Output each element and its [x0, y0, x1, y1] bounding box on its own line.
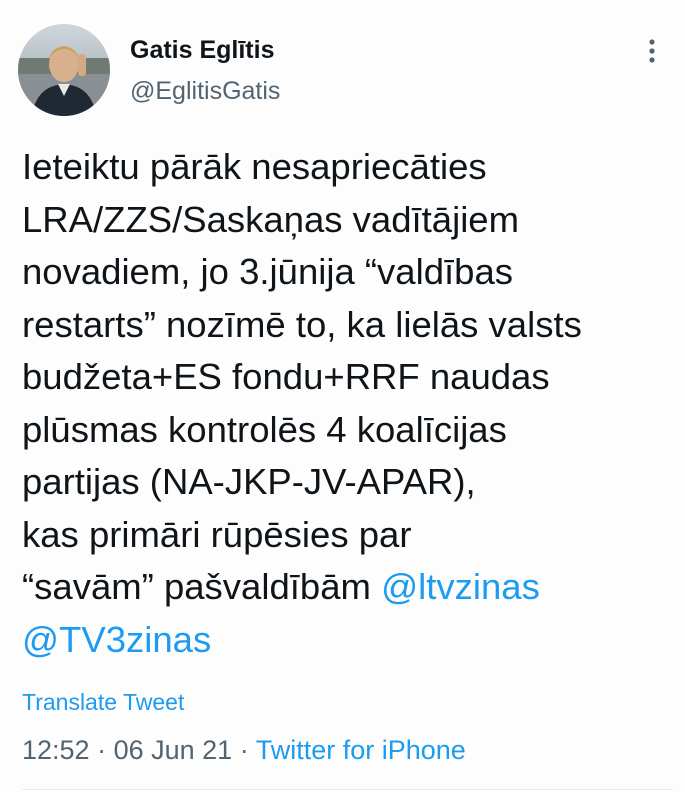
tweet-time[interactable]: 12:52 — [22, 735, 90, 765]
tweet-card: Gatis Eglītis @EglitisGatis Ieteiktu pār… — [0, 0, 685, 792]
meta-separator: · — [89, 735, 114, 765]
tweet-line-mention: @TV3zinas — [22, 614, 672, 667]
tweet-meta: 12:52 · 06 Jun 21 · Twitter for iPhone — [22, 735, 466, 766]
mention-link-tv3zinas[interactable]: @TV3zinas — [22, 619, 211, 660]
user-handle[interactable]: @EglitisGatis — [130, 77, 280, 106]
tweet-line: partijas (NA-JKP-JV-APAR), — [22, 461, 476, 502]
tweet-line: kas primāri rūpēsies par — [22, 513, 412, 555]
tweet-line: restarts” nozīmē to, ka lielās valsts — [22, 303, 582, 345]
divider — [22, 789, 673, 790]
tweet-line-text: “savām” pašvaldībām — [22, 566, 382, 607]
meta-separator: · — [232, 735, 256, 765]
more-vertical-icon[interactable] — [640, 34, 664, 68]
tweet-source-link[interactable]: Twitter for iPhone — [256, 735, 466, 765]
tweet-line: novadiem, jo 3.jūnija “valdības — [22, 251, 514, 292]
tweet-date[interactable]: 06 Jun 21 — [114, 735, 233, 765]
tweet-line: LRA/ZZS/Saskaņas vadītājiem — [22, 198, 520, 240]
avatar-image — [18, 24, 110, 116]
tweet-line: plūsmas kontrolēs 4 koalīcijas — [22, 408, 507, 450]
tweet-line-with-mention: “savām” pašvaldībām @ltvzinas — [22, 561, 672, 614]
avatar[interactable] — [18, 24, 110, 116]
display-name[interactable]: Gatis Eglītis — [130, 36, 274, 65]
tweet-line: budžeta+ES fondu+RRF naudas — [22, 356, 550, 397]
tweet-line: Ieteiktu pārāk nesapriecāties — [22, 146, 487, 187]
translate-tweet-link[interactable]: Translate Tweet — [22, 689, 184, 716]
tweet-text: Ieteiktu pārāk nesapriecāties LRA/ZZS/Sa… — [22, 141, 672, 666]
mention-link-ltvzinas[interactable]: @ltvzinas — [381, 566, 540, 607]
